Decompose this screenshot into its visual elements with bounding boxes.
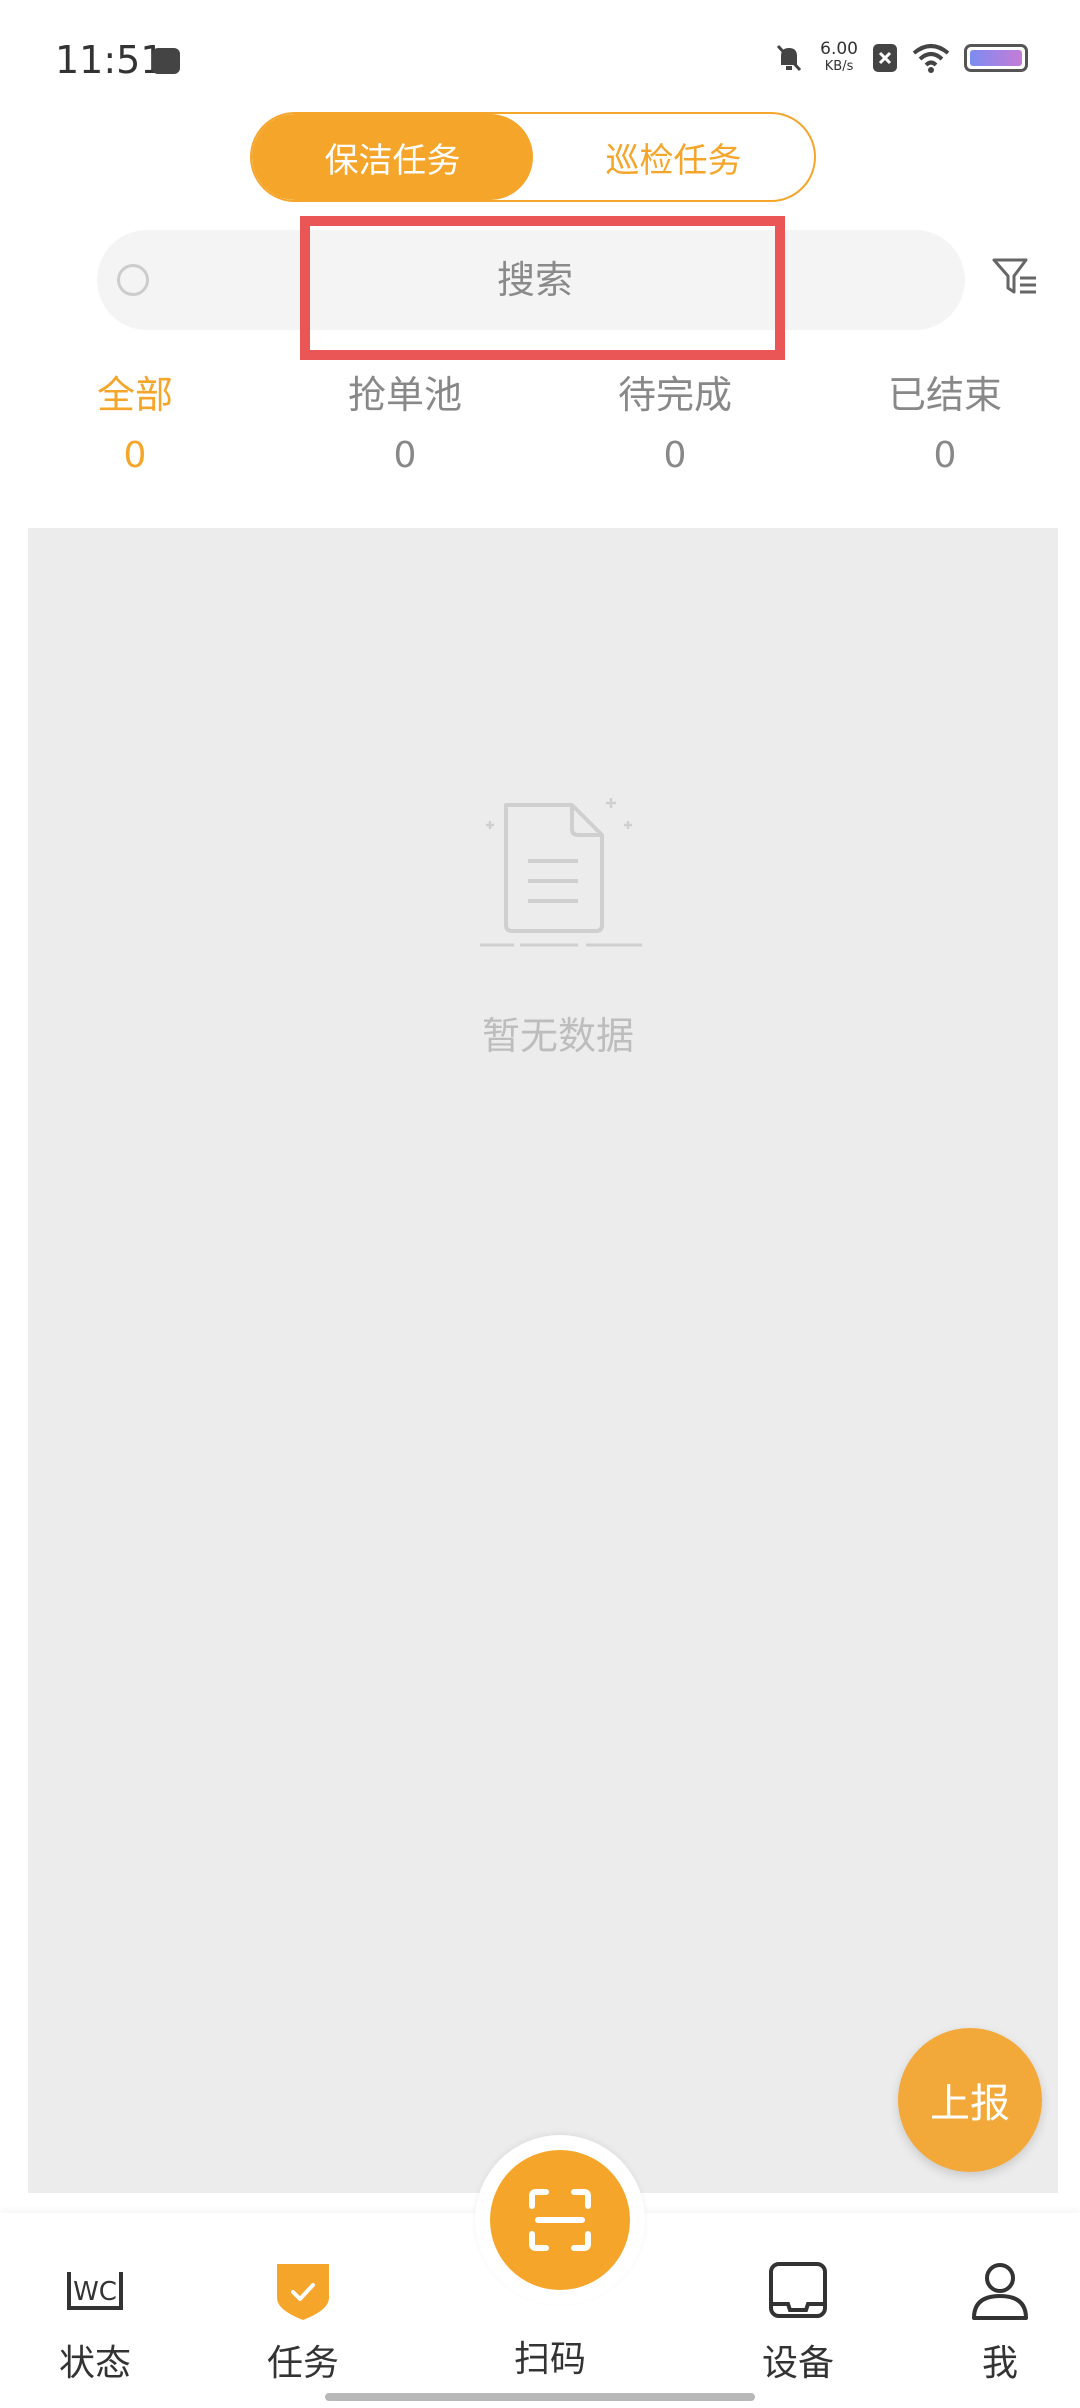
nav-me-label: 我 (981, 2343, 1018, 2384)
search-icon (117, 264, 149, 296)
wc-icon: WC (67, 2272, 123, 2310)
nav-scan[interactable] (475, 2135, 645, 2305)
network-speed-unit: KB/s (824, 59, 854, 74)
status-tabs: 全部 0 抢单池 0 待完成 0 已结束 0 (0, 365, 1080, 505)
tab-count: 0 (123, 435, 147, 476)
nav-tasks[interactable]: 任务 (228, 2258, 378, 2386)
nav-devices[interactable]: 设备 (723, 2258, 873, 2386)
sim-off-icon (873, 44, 897, 72)
task-list-area (28, 528, 1058, 2193)
tab-finished[interactable]: 已结束 0 (845, 365, 1045, 476)
device-icon (769, 2262, 827, 2318)
nav-me[interactable]: 我 (925, 2258, 1075, 2386)
status-indicators: 6.00 KB/s (772, 40, 1028, 76)
shield-check-icon (277, 2264, 329, 2320)
tab-count: 0 (933, 435, 957, 476)
wifi-icon (912, 44, 950, 73)
segment-cleaning-tasks[interactable]: 保洁任务 (252, 114, 533, 200)
user-icon (972, 2263, 1028, 2320)
tab-label: 全部 (96, 373, 173, 417)
nav-status-label: 状态 (58, 2343, 131, 2384)
home-indicator[interactable] (325, 2393, 755, 2401)
task-type-segment: 保洁任务 巡检任务 (250, 112, 816, 202)
tab-all[interactable]: 全部 0 (35, 365, 235, 476)
tab-label: 待完成 (617, 373, 732, 417)
svg-text:WC: WC (73, 2277, 117, 2307)
mute-bell-icon (777, 44, 802, 72)
empty-document-icon (480, 798, 642, 947)
tab-grab-pool[interactable]: 抢单池 0 (305, 365, 505, 476)
tab-pending[interactable]: 待完成 0 (575, 365, 775, 476)
tab-count: 0 (393, 435, 417, 476)
report-button[interactable]: 上报 (898, 2028, 1042, 2172)
nav-devices-label: 设备 (761, 2343, 834, 2384)
tab-label: 已结束 (887, 373, 1002, 417)
network-speed-value: 6.00 (820, 39, 858, 59)
segment-inspection-tasks[interactable]: 巡检任务 (533, 114, 814, 200)
nav-scan-label: 扫码 (513, 2339, 586, 2380)
message-icon (152, 48, 180, 74)
highlight-box (300, 216, 785, 360)
status-time: 11:51 (55, 38, 165, 82)
empty-state-text: 暂无数据 (481, 1014, 634, 1058)
tab-count: 0 (663, 435, 687, 476)
scan-icon (529, 2189, 591, 2251)
nav-tasks-label: 任务 (266, 2343, 339, 2384)
nav-status[interactable]: WC 状态 (20, 2258, 170, 2386)
battery-icon (964, 44, 1028, 72)
status-bar: 11:51 6.00 KB/s (0, 0, 1080, 110)
filter-icon[interactable] (990, 252, 1040, 302)
network-speed: 6.00 KB/s (820, 40, 858, 76)
tab-label: 抢单池 (347, 373, 462, 417)
scan-button[interactable] (490, 2150, 630, 2290)
